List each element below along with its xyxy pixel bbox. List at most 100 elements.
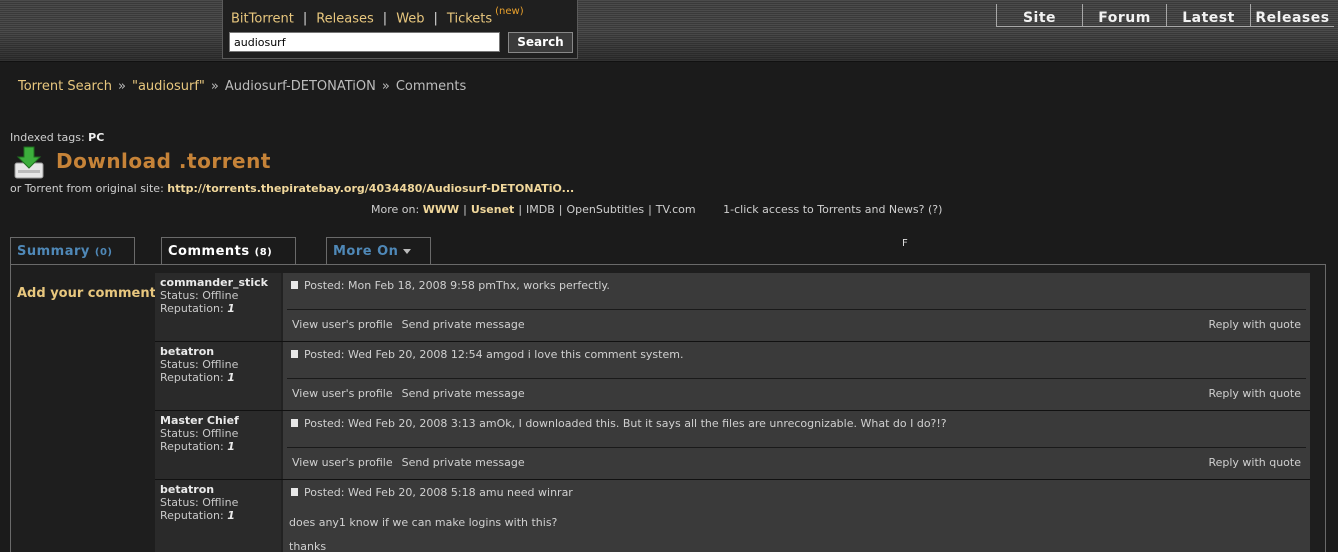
breadcrumb-query[interactable]: "audiosurf"	[132, 79, 205, 94]
breadcrumb-torrent-search[interactable]: Torrent Search	[18, 79, 112, 94]
comment-author: Master Chief Status: Offline Reputation:…	[155, 411, 281, 479]
more-on-imdb[interactable]: IMDB	[526, 203, 555, 216]
author-name[interactable]: commander_stick	[160, 276, 281, 289]
tab-summary[interactable]: Summary (0)	[10, 237, 135, 264]
reply-with-quote-link[interactable]: Reply with quote	[1208, 387, 1301, 400]
more-on-line: More on: WWW | Usenet | IMDB | OpenSubtitles | T…	[371, 203, 942, 216]
comment-author: commander_stick Status: Offline Reputati…	[155, 273, 281, 341]
tab-more-on[interactable]: More On	[326, 237, 431, 264]
more-on-usenet[interactable]: Usenet	[471, 203, 515, 216]
separator: |	[433, 11, 438, 27]
reputation-value: 1	[227, 509, 235, 522]
search-panel: BitTorrent | Releases | Web | Tickets(new) Sea…	[222, 0, 578, 59]
one-click-access-link[interactable]: 1-click access to Torrents and News? (?)	[723, 203, 942, 216]
reputation-value: 1	[227, 302, 235, 315]
new-badge: (new)	[495, 6, 524, 17]
post-icon	[291, 419, 298, 427]
breadcrumb-torrent[interactable]: Audiosurf-DETONATiON	[225, 79, 376, 94]
tags-label: Indexed tags:	[10, 131, 85, 144]
search-tab-releases[interactable]: Releases	[316, 11, 374, 26]
indexed-tags: Indexed tags: PC	[10, 131, 104, 144]
search-tab-tickets[interactable]: Tickets	[447, 11, 492, 26]
divider	[287, 447, 1306, 448]
origin-url-link[interactable]: http://torrents.thepiratebay.org/4034480…	[167, 182, 574, 195]
post-icon	[291, 488, 298, 496]
more-on-www[interactable]: WWW	[423, 203, 459, 216]
more-on-opensubtitles[interactable]: OpenSubtitles	[567, 203, 645, 216]
view-profile-link[interactable]: View user's profile	[292, 387, 393, 400]
comments-panel: Add your comment commander_stick Status:…	[10, 264, 1326, 552]
tab-summary-label: Summary	[17, 244, 90, 259]
top-bar: BitTorrent | Releases | Web | Tickets(new) Sea…	[0, 0, 1338, 62]
separator: |	[518, 203, 523, 216]
nav-forum[interactable]: Forum	[1082, 4, 1166, 27]
comment-text: Thx, works perfectly.	[496, 279, 610, 292]
author-reputation: Reputation: 1	[160, 509, 281, 522]
tab-comments[interactable]: Comments (8)	[161, 237, 296, 264]
tag-pc[interactable]: PC	[88, 131, 104, 144]
post-icon	[291, 350, 298, 358]
comment-text: god i love this comment system.	[503, 348, 684, 361]
search-button[interactable]: Search	[508, 32, 573, 53]
search-tab-bittorrent[interactable]: BitTorrent	[231, 11, 294, 26]
comment-author: betatron Status: Offline Reputation: 1	[155, 480, 281, 552]
search-tabs: BitTorrent | Releases | Web | Tickets (new)	[231, 6, 524, 27]
comment-post-line: Posted: Wed Feb 20, 2008 3:13 amOk, I do…	[291, 417, 947, 430]
author-status: Status: Offline	[160, 289, 239, 302]
search-tab-web[interactable]: Web	[396, 11, 424, 26]
reputation-label: Reputation:	[160, 509, 224, 522]
nav-latest[interactable]: Latest	[1166, 4, 1250, 27]
comment-body: Posted: Wed Feb 20, 2008 12:54 amgod i l…	[281, 342, 1310, 410]
reputation-value: 1	[227, 371, 235, 384]
comment-actions: View user's profile Send private message	[292, 318, 525, 331]
add-comment-link[interactable]: Add your comment	[17, 286, 156, 301]
author-name[interactable]: betatron	[160, 483, 281, 496]
comment-post-line: Posted: Mon Feb 18, 2008 9:58 pmThx, wor…	[291, 279, 610, 292]
breadcrumb: Torrent Search » "audiosurf" » Audiosurf-DET…	[18, 79, 466, 94]
tab-comments-label: Comments	[168, 244, 250, 259]
reputation-label: Reputation:	[160, 371, 224, 384]
send-pm-link[interactable]: Send private message	[402, 456, 525, 469]
reply-with-quote-link[interactable]: Reply with quote	[1208, 318, 1301, 331]
chevron-down-icon	[403, 249, 412, 254]
breadcrumb-separator: »	[210, 79, 219, 94]
separator: |	[463, 203, 467, 216]
author-reputation: Reputation: 1	[160, 440, 281, 453]
comment-posted: Posted: Mon Feb 18, 2008 9:58 pm	[304, 279, 497, 292]
author-status: Status: Offline	[160, 427, 239, 440]
stray-text: F	[902, 238, 908, 249]
reputation-value: 1	[227, 440, 235, 453]
download-torrent-link[interactable]: Download .torrent	[56, 149, 271, 173]
separator: |	[558, 203, 563, 216]
author-status: Status: Offline	[160, 358, 239, 371]
nav-releases[interactable]: Releases	[1250, 4, 1334, 27]
breadcrumb-separator: »	[118, 79, 126, 94]
more-on-label: More on:	[371, 203, 420, 216]
search-input[interactable]	[229, 32, 500, 52]
send-pm-link[interactable]: Send private message	[402, 318, 525, 331]
separator: |	[382, 11, 388, 27]
reputation-label: Reputation:	[160, 302, 224, 315]
comment-posted: Posted: Wed Feb 20, 2008 5:18 am	[304, 486, 497, 499]
reputation-label: Reputation:	[160, 440, 224, 453]
more-on-tvcom[interactable]: TV.com	[656, 203, 696, 216]
author-name[interactable]: betatron	[160, 345, 281, 358]
send-pm-link[interactable]: Send private message	[402, 387, 525, 400]
reply-with-quote-link[interactable]: Reply with quote	[1208, 456, 1301, 469]
view-profile-link[interactable]: View user's profile	[292, 318, 393, 331]
comment-actions: View user's profile Send private message	[292, 387, 525, 400]
comment-item: Master Chief Status: Offline Reputation:…	[155, 411, 1310, 480]
comment-posted: Posted: Wed Feb 20, 2008 3:13 am	[304, 417, 497, 430]
comment-post-line: Posted: Wed Feb 20, 2008 5:18 amu need w…	[291, 486, 573, 499]
comment-text-line: thanks	[289, 540, 327, 552]
author-name[interactable]: Master Chief	[160, 414, 281, 427]
download-icon[interactable]	[13, 146, 45, 179]
breadcrumb-current: Comments	[395, 79, 467, 94]
nav-site[interactable]: Site	[996, 4, 1082, 27]
comment-text: Ok, I downloaded this. But it says all t…	[496, 417, 947, 430]
separator: |	[302, 11, 308, 27]
view-profile-link[interactable]: View user's profile	[292, 456, 393, 469]
tab-comments-count: (8)	[254, 247, 273, 258]
origin-label: or Torrent from original site:	[10, 182, 164, 195]
comment-item: commander_stick Status: Offline Reputati…	[155, 273, 1310, 342]
